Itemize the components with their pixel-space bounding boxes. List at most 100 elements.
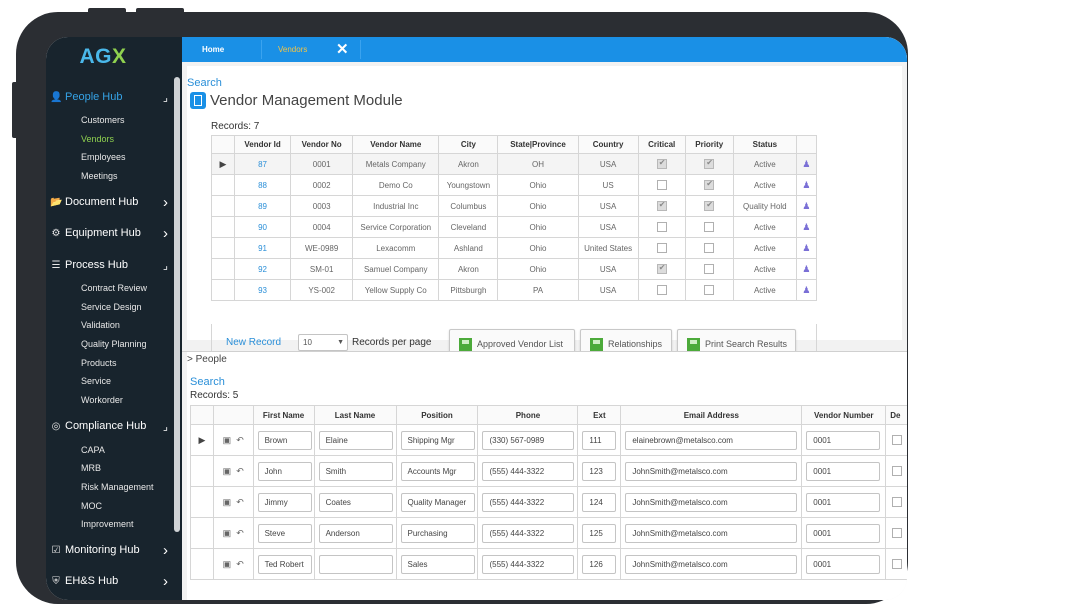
col-de[interactable]: De	[885, 405, 907, 425]
tab-vendors[interactable]: Vendors	[278, 37, 307, 62]
vendor-id-link[interactable]: 90	[234, 216, 292, 238]
col-last-name[interactable]: Last Name	[313, 405, 397, 425]
save-icon[interactable]: ▣	[223, 466, 232, 476]
row-selector[interactable]	[210, 174, 236, 196]
last-name-field[interactable]: Smith	[318, 461, 393, 481]
ext-field[interactable]: 125	[582, 523, 617, 543]
sidebar-hub-document[interactable]: 📂 Document Hub ›	[50, 191, 168, 213]
email-field[interactable]: JohnSmith@metalsco.com	[625, 554, 798, 574]
last-name-field[interactable]: Coates	[318, 492, 393, 512]
row-selector[interactable]: ▶	[190, 424, 214, 456]
col-ext[interactable]: Ext	[577, 405, 622, 425]
vendor-id-link[interactable]: 88	[234, 174, 292, 196]
de-checkbox[interactable]	[892, 497, 903, 507]
vendor-id-link[interactable]: 93	[234, 279, 292, 301]
undo-icon[interactable]: ↶	[236, 559, 244, 569]
save-icon[interactable]: ▣	[223, 497, 232, 507]
sidebar-item-vendors[interactable]: Vendors	[81, 132, 114, 146]
sidebar-item-capa[interactable]: CAPA	[81, 443, 105, 457]
row-selector[interactable]	[210, 237, 236, 259]
table-row[interactable]: 90 0004 Service Corporation Cleveland Ohio US…	[210, 216, 818, 238]
vendor-id-link[interactable]: 92	[234, 258, 292, 280]
search-link[interactable]: Search	[187, 77, 222, 89]
table-row[interactable]: 93 YS-002 Yellow Supply Co Pittsburgh PA USA A…	[210, 279, 818, 301]
col-first-name[interactable]: First Name	[252, 405, 315, 425]
row-selector[interactable]	[210, 195, 236, 217]
person-icon[interactable]: ♟	[802, 222, 810, 232]
sidebar-item-meetings[interactable]: Meetings	[81, 169, 118, 183]
table-row[interactable]: ▣ ↶ Jimmy Coates Quality Manager (555) 444-3…	[190, 486, 907, 518]
undo-icon[interactable]: ↶	[236, 528, 244, 538]
row-selector[interactable]: ▶	[210, 153, 236, 175]
col-email[interactable]: Email Address	[620, 405, 803, 425]
de-checkbox[interactable]	[892, 528, 903, 538]
last-name-field[interactable]: Anderson	[318, 523, 393, 543]
first-name-field[interactable]: Brown	[257, 430, 312, 450]
people-search-link[interactable]: Search	[190, 376, 225, 388]
sidebar-hub-equipment[interactable]: ⚙ Equipment Hub ›	[50, 222, 168, 244]
table-row[interactable]: ▣ ↶ Steve Anderson Purchasing (555) 444-3322…	[190, 517, 907, 549]
critical-checkbox[interactable]	[656, 263, 667, 274]
person-icon[interactable]: ♟	[802, 243, 810, 253]
table-row[interactable]: 92SM-01Samuel CompanyAkronOhioUSA Active ♟	[210, 258, 818, 280]
last-name-field[interactable]	[318, 554, 393, 574]
table-row[interactable]: 880002Demo CoYoungstownOhioUS Active ♟	[210, 174, 818, 196]
table-row[interactable]: 890003Industrial IncColumbusOhioUSA Quali…	[210, 195, 818, 217]
vendor-id-link[interactable]: 87	[234, 153, 292, 175]
row-selector[interactable]	[190, 517, 214, 549]
position-field[interactable]: Sales	[400, 554, 475, 574]
undo-icon[interactable]: ↶	[236, 497, 244, 507]
save-icon[interactable]: ▣	[223, 435, 232, 445]
sidebar-hub-monitoring[interactable]: ☑ Monitoring Hub ›	[50, 539, 168, 561]
email-field[interactable]: elainebrown@metalsco.com	[625, 430, 798, 450]
records-per-page-select[interactable]: 10 ▼	[298, 334, 348, 351]
table-row[interactable]: ▶ ▣ ↶ Brown Elaine Shipping Mgr (330) 567-098…	[190, 424, 907, 456]
sidebar-hub-process[interactable]: ☰ Process Hub ⌟	[50, 254, 168, 276]
position-field[interactable]: Quality Manager	[400, 492, 475, 512]
sidebar-item-moc[interactable]: MOC	[81, 499, 102, 513]
position-field[interactable]: Purchasing	[400, 523, 475, 543]
person-icon[interactable]: ♟	[802, 180, 810, 190]
tab-home[interactable]: Home	[202, 37, 224, 62]
de-checkbox[interactable]	[892, 559, 903, 569]
priority-checkbox[interactable]	[704, 200, 715, 211]
row-selector[interactable]	[190, 486, 214, 518]
de-checkbox[interactable]	[892, 435, 903, 445]
col-vendor-id[interactable]: Vendor Id	[234, 135, 292, 154]
sidebar-item-quality-planning[interactable]: Quality Planning	[81, 337, 147, 351]
sidebar-item-improvement[interactable]: Improvement	[81, 517, 134, 531]
critical-checkbox[interactable]	[656, 222, 667, 232]
vendor-number-field[interactable]: 0001	[806, 554, 881, 574]
email-field[interactable]: JohnSmith@metalsco.com	[625, 461, 798, 481]
critical-checkbox[interactable]	[656, 200, 667, 211]
priority-checkbox[interactable]	[704, 158, 715, 169]
position-field[interactable]: Accounts Mgr	[400, 461, 475, 481]
close-tab-icon[interactable]: ✕	[336, 37, 349, 62]
vendor-id-link[interactable]: 89	[234, 195, 292, 217]
col-country[interactable]: Country	[577, 135, 639, 154]
ext-field[interactable]: 124	[582, 492, 617, 512]
table-row[interactable]: ▶870001Metals CompanyAkronOHUSA Active ♟	[210, 153, 818, 175]
sidebar-item-contract-review[interactable]: Contract Review	[81, 281, 147, 295]
first-name-field[interactable]: John	[257, 461, 312, 481]
sidebar-item-mrb[interactable]: MRB	[81, 461, 101, 475]
ext-field[interactable]: 123	[582, 461, 617, 481]
person-icon[interactable]: ♟	[802, 285, 810, 295]
table-row[interactable]: 91 WE-0989 Lexacomm Ashland Ohio United State…	[210, 237, 818, 259]
sidebar-item-service[interactable]: Service	[81, 374, 111, 388]
sidebar-item-workorder[interactable]: Workorder	[81, 393, 123, 407]
row-selector[interactable]	[210, 216, 236, 238]
de-checkbox[interactable]	[892, 466, 903, 476]
critical-checkbox[interactable]	[656, 285, 667, 295]
table-row[interactable]: ▣ ↶ John Smith Accounts Mgr (555) 444-3322 12…	[190, 455, 907, 487]
col-status[interactable]: Status	[732, 135, 797, 154]
undo-icon[interactable]: ↶	[236, 435, 244, 445]
first-name-field[interactable]: Jimmy	[257, 492, 312, 512]
sidebar-item-products[interactable]: Products	[81, 356, 117, 370]
row-selector[interactable]	[210, 279, 236, 301]
phone-field[interactable]: (555) 444-3322	[482, 492, 575, 512]
vendor-number-field[interactable]: 0001	[806, 523, 881, 543]
sidebar-hub-ehs[interactable]: ⛨ EH&S Hub ›	[50, 570, 168, 592]
email-field[interactable]: JohnSmith@metalsco.com	[625, 523, 798, 543]
critical-checkbox[interactable]	[656, 243, 667, 253]
